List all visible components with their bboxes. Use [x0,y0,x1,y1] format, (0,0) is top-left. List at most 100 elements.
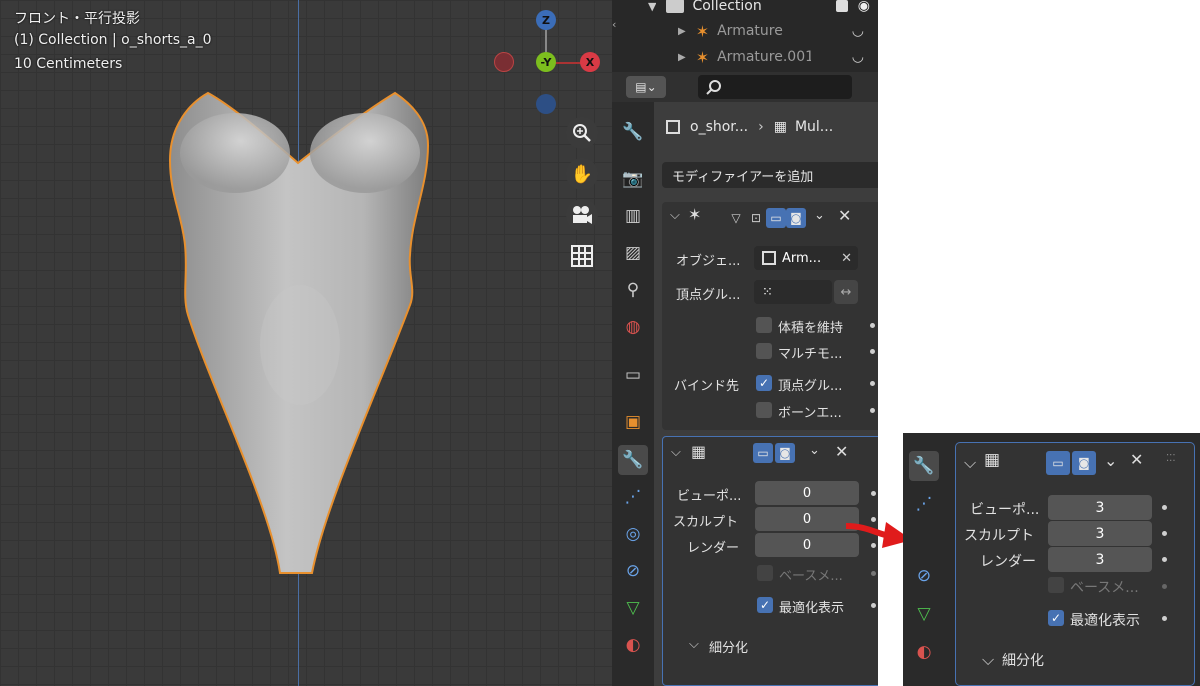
keyframe-dot[interactable] [870,323,875,328]
expand-right-icon[interactable]: ▶ [678,52,686,63]
sculpt-levels-field[interactable]: 3 [1048,521,1152,546]
check-icon: ✓ [758,376,770,390]
keyframe-dot[interactable] [871,603,876,608]
tab-particles[interactable]: ⋰ [618,482,648,512]
tab-particles[interactable]: ⋰ [909,489,939,519]
add-modifier-button[interactable]: モディファイアーを追加 [662,162,878,188]
mesh-object[interactable] [160,85,440,585]
breadcrumb-modifier[interactable]: Mul... [795,119,833,135]
tab-material[interactable]: ◐ [618,630,648,660]
tab-modifiers[interactable]: 🔧 [618,445,648,475]
keyframe-dot[interactable] [870,408,875,413]
close-icon[interactable]: ✕ [835,442,848,461]
viewport-levels-field[interactable]: 3 [1048,495,1152,520]
gizmo-z-ball[interactable]: Z [536,10,556,30]
render-toggle[interactable]: ◙ [786,208,806,228]
close-icon[interactable]: ✕ [838,206,851,225]
collapse-down-icon[interactable]: ⌵ [670,208,680,223]
invert-vgroup-button[interactable]: ↔ [834,280,858,304]
subpanel-chevron-icon[interactable]: ⌵ [689,637,699,652]
viewport-display-toggle[interactable]: ▭ [1046,451,1070,475]
sculpt-base-mesh-checkbox[interactable] [1048,577,1064,593]
outliner-row-collection[interactable]: ▼ Collection ◉ [612,0,878,18]
tab-tool[interactable]: 🔧 [618,117,648,147]
cage-toggle[interactable]: ⊡ [746,208,766,228]
viewport-display-toggle[interactable]: ▭ [766,208,786,228]
hide-icon[interactable]: ◡ [852,23,864,39]
keyframe-dot[interactable] [1162,616,1167,621]
drag-handle-icon[interactable]: ⁚⁚⁚ [1166,453,1176,464]
keyframe-dot[interactable] [1162,584,1167,589]
tab-output[interactable]: ▥ [618,201,648,231]
collapse-down-icon[interactable]: ⌵ [964,453,976,473]
keyframe-dot[interactable] [871,491,876,496]
optimal-display-checkbox[interactable]: ✓ [1048,610,1064,626]
exclude-checkbox[interactable] [835,0,848,12]
bone-envelopes-checkbox[interactable] [756,402,772,418]
hide-icon[interactable]: ◡ [852,49,864,65]
keyframe-dot[interactable] [871,571,876,576]
tab-constraints[interactable]: ⊘ [909,561,939,591]
preserve-volume-checkbox[interactable] [756,317,772,333]
dropdown-chevron-icon[interactable]: ⌄ [809,443,820,458]
keyframe-dot[interactable] [870,349,875,354]
subpanel-chevron-icon[interactable]: ⌵ [982,650,994,670]
tab-render[interactable]: 📷 [618,164,648,194]
camera-view-button[interactable] [566,199,598,231]
vertex-group-field[interactable]: ⁙ [754,280,832,304]
viewport-levels-field[interactable]: 0 [755,481,859,505]
tab-collection[interactable]: ▭ [618,360,648,390]
render-levels-field[interactable]: 3 [1048,547,1152,572]
keyframe-dot[interactable] [1162,531,1167,536]
vertex-groups-checkbox[interactable]: ✓ [756,375,772,391]
keyframe-dot[interactable] [1162,505,1167,510]
3d-viewport[interactable]: フロント・平行投影 (1) Collection | o_shorts_a_0 … [0,0,612,686]
sculpt-base-mesh-checkbox[interactable] [757,565,773,581]
gizmo-neg-x-ball[interactable] [494,52,514,72]
tab-material[interactable]: ◐ [909,637,939,667]
tab-physics[interactable]: ◎ [618,519,648,549]
edit-mode-toggle[interactable]: ▽ [726,208,746,228]
properties-editor[interactable]: ▤⌄ 🔧 📷 ▥ ▨ ⚲ ◍ ▭ ▣ 🔧 ⋰ ◎ ⊘ ▽ ◐ o_shor...… [612,72,878,686]
gizmo-y-ball[interactable]: -Y [536,52,556,72]
gizmo-neg-z-ball[interactable] [536,94,556,114]
dropdown-chevron-icon[interactable]: ⌄ [1104,451,1117,470]
expand-down-icon[interactable]: ▼ [648,0,656,13]
zoom-button[interactable] [566,117,598,149]
viewport-display-toggle[interactable]: ▭ [753,443,773,463]
armature-object-field[interactable]: Arm... ✕ [754,246,858,270]
render-toggle[interactable]: ◙ [775,443,795,463]
outliner-row-armature[interactable]: ▶ ✶ Armature ◡ [612,19,878,43]
tab-constraints[interactable]: ⊘ [618,556,648,586]
search-input[interactable] [698,75,852,99]
dropdown-chevron-icon[interactable]: ⌄ [814,208,825,223]
tab-modifiers[interactable]: 🔧 [909,451,939,481]
multi-modifier-checkbox[interactable] [756,343,772,359]
editor-type-dropdown[interactable]: ▤⌄ [626,76,666,98]
pan-button[interactable]: ✋ [566,158,598,190]
subdivision-subpanel[interactable]: 細分化 [1002,650,1044,670]
tab-data[interactable]: ▽ [618,593,648,623]
keyframe-dot[interactable] [870,381,875,386]
outliner[interactable]: ‹ ▼ Collection ◉ ▶ ✶ Armature ◡ ▶ ✶ Arma… [612,0,878,72]
keyframe-dot[interactable] [1162,557,1167,562]
tab-scene[interactable]: ⚲ [618,275,648,305]
close-icon[interactable]: ✕ [1130,450,1143,469]
collapse-down-icon[interactable]: ⌵ [671,445,681,460]
optimal-display-label: 最適化表示 [1070,613,1140,629]
outliner-row-armature-001[interactable]: ▶ ✶ Armature.001 ◡ [612,45,878,69]
subdivision-subpanel[interactable]: 細分化 [709,637,748,656]
breadcrumb-object[interactable]: o_shor... [690,119,748,135]
tab-view-layer[interactable]: ▨ [618,238,648,268]
gizmo-x-ball[interactable]: X [580,52,600,72]
optimal-display-checkbox[interactable]: ✓ [757,597,773,613]
tab-object[interactable]: ▣ [618,407,648,437]
tab-data[interactable]: ▽ [909,599,939,629]
clear-icon[interactable]: ✕ [841,251,852,266]
orientation-gizmo[interactable]: Z X -Y [490,8,600,118]
tab-world[interactable]: ◍ [618,312,648,342]
eye-icon[interactable]: ◉ [858,0,870,14]
ortho-toggle-button[interactable] [566,240,598,272]
expand-right-icon[interactable]: ▶ [678,26,686,37]
render-toggle[interactable]: ◙ [1072,451,1096,475]
